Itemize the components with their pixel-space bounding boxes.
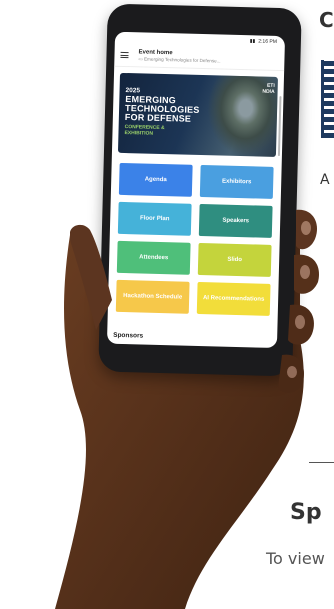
tile-speakers[interactable]: Speakers (198, 203, 273, 238)
tile-agenda[interactable]: Agenda (118, 162, 193, 197)
page-heading-fragment: C (319, 8, 334, 32)
tile-attendees[interactable]: Attendees (116, 240, 191, 275)
scrollbar[interactable] (277, 96, 282, 157)
menu-tile-grid: Agenda Exhibitors Floor Plan Speakers At… (115, 162, 274, 316)
signal-icon: ▮▮ (249, 38, 256, 45)
calendar-icon: ▭ (138, 55, 143, 61)
phone-device: ▮▮ 2:16 PM Event home ▭ Emerging Technol… (98, 3, 302, 377)
event-banner: 2025 EMERGING TECHNOLOGIES FOR DEFENSE C… (117, 72, 278, 157)
tile-ai-recommendations[interactable]: AI Recommendations (196, 281, 271, 316)
app-screen: ▮▮ 2:16 PM Event home ▭ Emerging Technol… (106, 31, 286, 349)
tile-slido[interactable]: Slido (197, 242, 272, 277)
sponsors-heading: Sponsors (113, 331, 144, 340)
status-time: 2:16 PM (258, 38, 277, 45)
hamburger-menu-icon[interactable] (120, 51, 129, 59)
banner-conf-2: EXHIBITION (124, 130, 154, 137)
tile-exhibitors[interactable]: Exhibitors (199, 165, 274, 199)
section-body: To view (266, 549, 325, 568)
divider (309, 462, 334, 463)
banner-line-3: FOR DEFENSE (124, 112, 192, 124)
app-bar-subtitle: ▭ Emerging Technologies for Defense... (138, 55, 221, 63)
tile-hackathon-schedule[interactable]: Hackathon Schedule (115, 279, 190, 314)
section-heading: Sp (290, 500, 322, 525)
qr-code (321, 60, 334, 138)
tile-floor-plan[interactable]: Floor Plan (117, 201, 192, 236)
page-paragraph-fragment: A (320, 172, 330, 188)
app-bar: Event home ▭ Emerging Technologies for D… (114, 43, 285, 72)
sponsor-logos: ETI NDIA (262, 82, 275, 95)
